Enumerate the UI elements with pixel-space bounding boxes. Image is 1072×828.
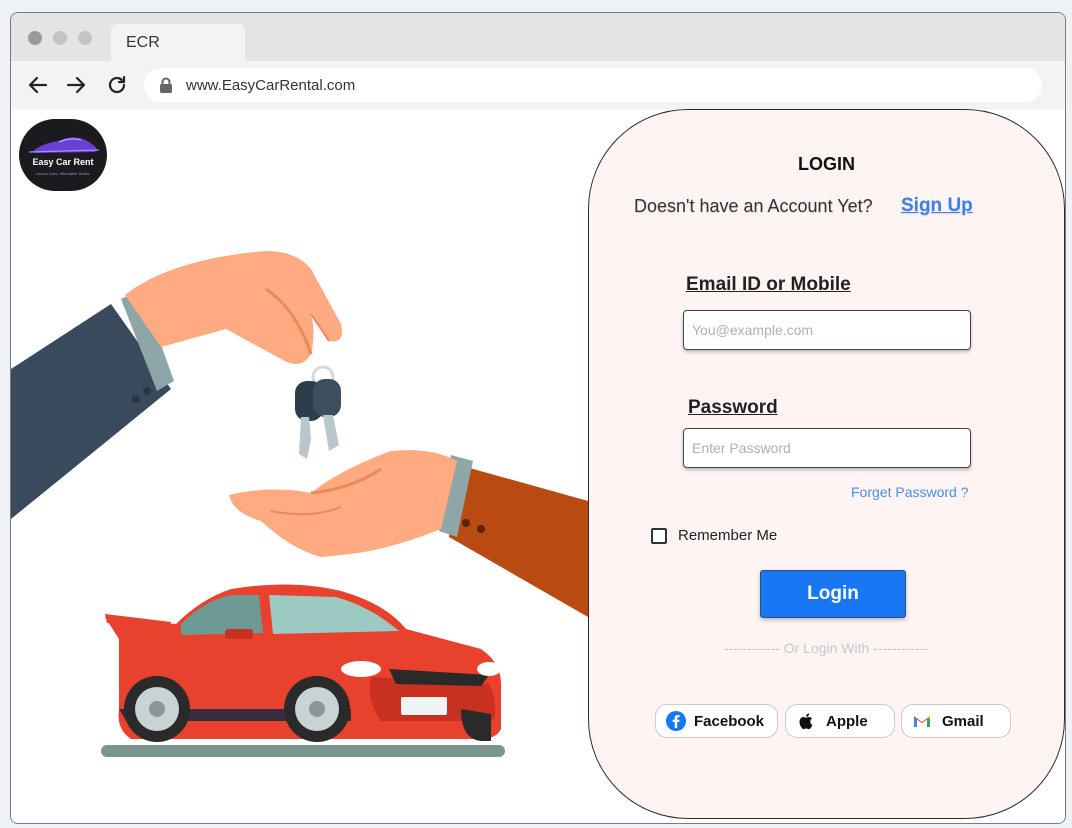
password-label: Password [688,397,778,418]
facebook-login-button[interactable]: Facebook [655,704,778,738]
address-bar[interactable]: www.EasyCarRental.com [144,68,1042,102]
gmail-icon [914,716,930,727]
email-label: Email ID or Mobile [686,274,851,295]
login-title: LOGIN [798,154,855,174]
remember-me-option[interactable]: Remember Me [651,526,791,546]
window-minimize-dot[interactable] [53,31,67,45]
facebook-label: Facebook [694,713,765,730]
password-field[interactable] [683,428,971,468]
car-key-illustration [11,251,588,757]
facebook-icon [666,711,686,731]
gmail-label: Gmail [942,713,984,730]
signup-link[interactable]: Sign Up [901,195,973,217]
browser-tab[interactable]: ECR [111,24,245,61]
remember-me-label: Remember Me [678,527,778,544]
login-divider: ------------ Or Login With ------------ [723,640,930,656]
browser-toolbar: www.EasyCarRental.com [11,61,1065,109]
back-arrow-icon[interactable] [26,73,50,97]
tab-title: ECR [126,34,160,51]
forgot-password-link[interactable]: Forget Password ? [851,484,969,500]
rust-sleeve-shape [439,455,588,617]
browser-window: ECR www.EasyCarRental.com Easy Car Rent … [10,12,1066,824]
title-bar: ECR [11,13,1065,61]
red-car-shape [101,584,505,757]
apple-label: Apple [826,713,868,730]
window-maximize-dot[interactable] [78,31,92,45]
login-panel: LOGIN Doesn't have an Account Yet? Sign … [588,109,1065,819]
url-text: www.EasyCarRental.com [186,77,356,94]
gmail-login-button[interactable]: Gmail [901,704,1011,738]
apple-login-button[interactable]: Apple [785,704,895,738]
apple-icon [799,713,813,730]
window-close-dot[interactable] [28,31,42,45]
forward-arrow-icon[interactable] [64,73,88,97]
page-content: Easy Car Rent Luxury Cars. Affordable Ra… [11,109,1065,823]
receiving-hand-shape [229,450,457,557]
car-keys-shape [295,365,341,459]
reload-icon[interactable] [105,73,129,97]
remember-me-checkbox[interactable] [651,528,667,544]
lock-icon [160,77,172,93]
login-button[interactable]: Login [760,570,906,618]
account-prompt: Doesn't have an Account Yet? [634,196,873,216]
email-field[interactable] [683,310,971,350]
